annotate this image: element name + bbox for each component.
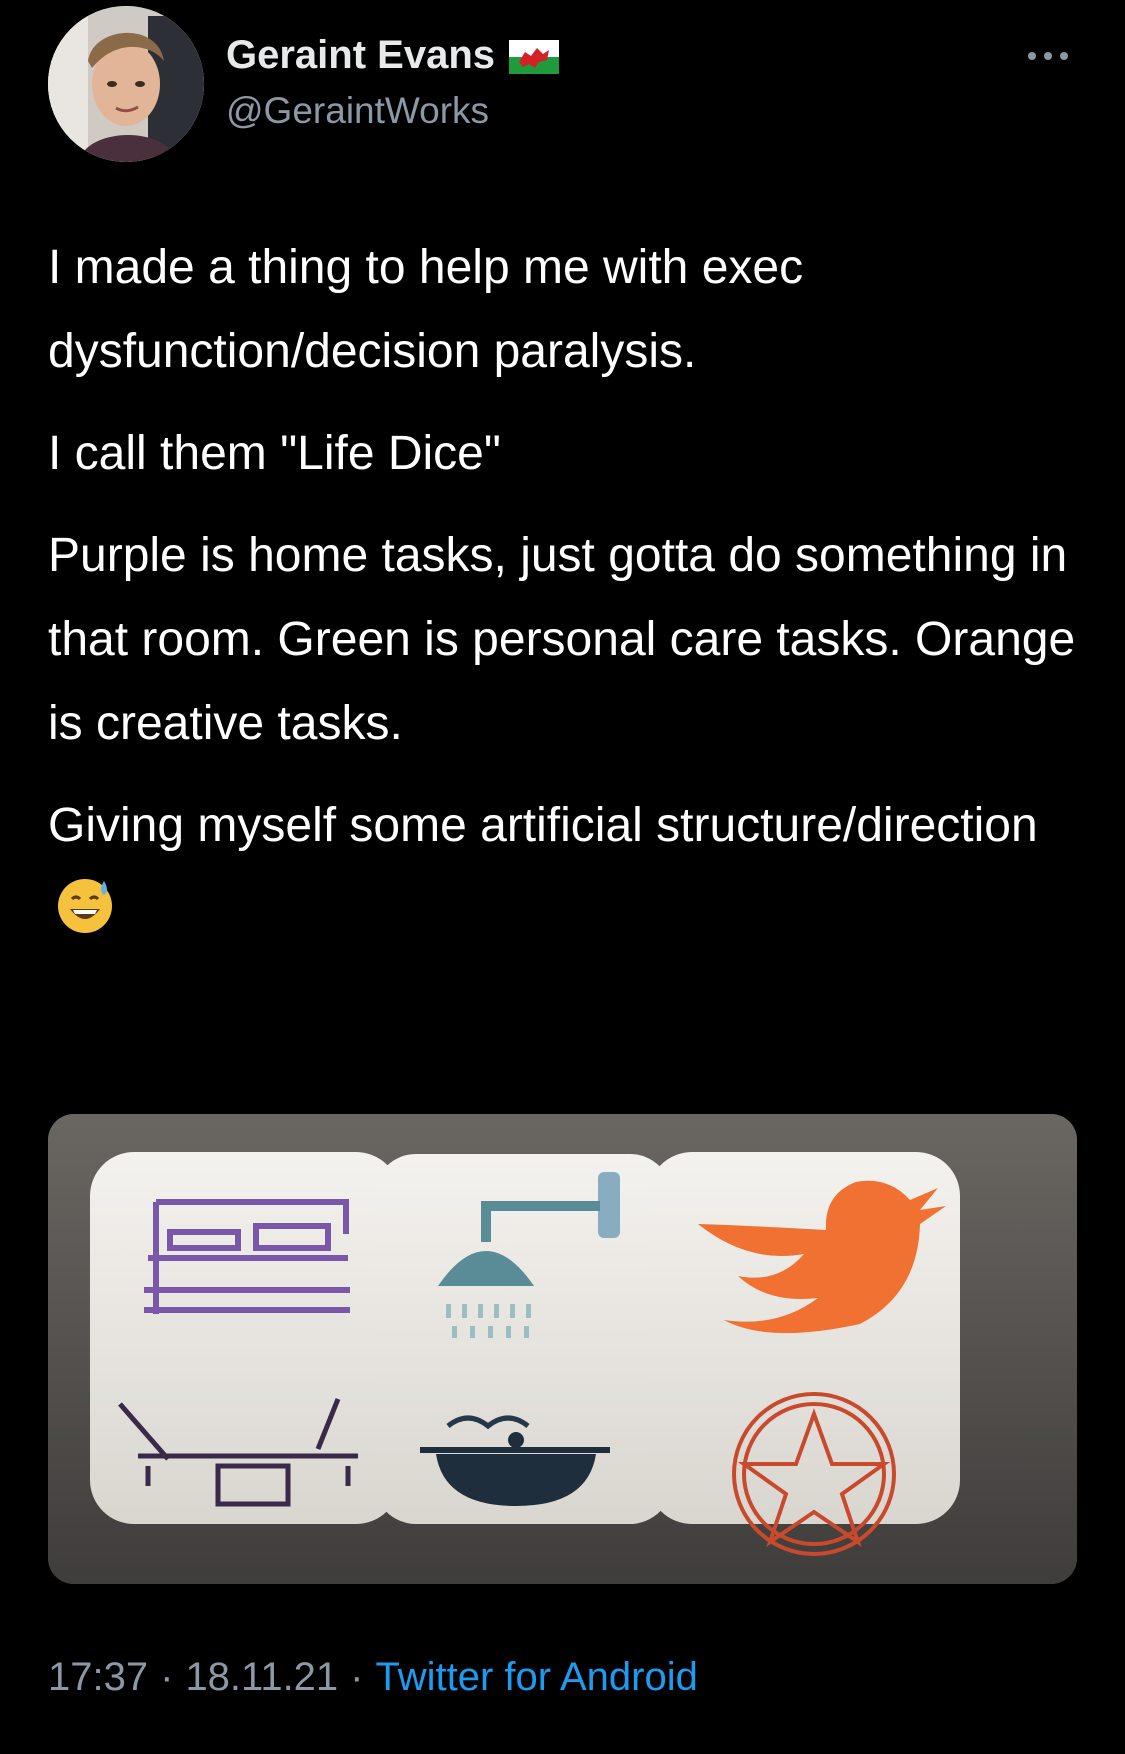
welsh-flag-icon xyxy=(509,39,560,74)
author-name-row[interactable]: Geraint Evans xyxy=(226,33,560,78)
profile-photo xyxy=(48,6,204,162)
tweet-paragraph-last: Giving myself some artificial structure/… xyxy=(48,784,1088,952)
tweet-text: I made a thing to help me with exec dysf… xyxy=(48,226,1088,970)
tweet-source-link[interactable]: Twitter for Android xyxy=(376,1655,698,1699)
meta-separator: · xyxy=(160,1655,174,1699)
tweet-media-image[interactable] xyxy=(48,1114,1077,1584)
meta-separator: · xyxy=(350,1655,364,1699)
author-display-name[interactable]: Geraint Evans xyxy=(226,33,495,78)
life-dice-photo xyxy=(48,1114,1077,1584)
author-handle[interactable]: @GeraintWorks xyxy=(226,90,489,132)
tweet-paragraph: Purple is home tasks, just gotta do some… xyxy=(48,529,1076,750)
more-options-button[interactable] xyxy=(1024,44,1072,68)
more-dots-icon xyxy=(1028,52,1068,60)
tweet-paragraph: Giving myself some artificial structure/… xyxy=(48,799,1038,852)
tweet-meta: 17:37 · 18.11.21 · Twitter for Android xyxy=(48,1655,698,1700)
tweet-paragraph: I call them "Life Dice" xyxy=(48,427,501,480)
tweet-time[interactable]: 17:37 xyxy=(48,1655,148,1699)
tweet-paragraph: I made a thing to help me with exec dysf… xyxy=(48,241,804,378)
tweet-date[interactable]: 18.11.21 xyxy=(185,1655,338,1699)
avatar[interactable] xyxy=(48,6,204,162)
grinning-face-with-sweat-icon xyxy=(54,873,116,935)
